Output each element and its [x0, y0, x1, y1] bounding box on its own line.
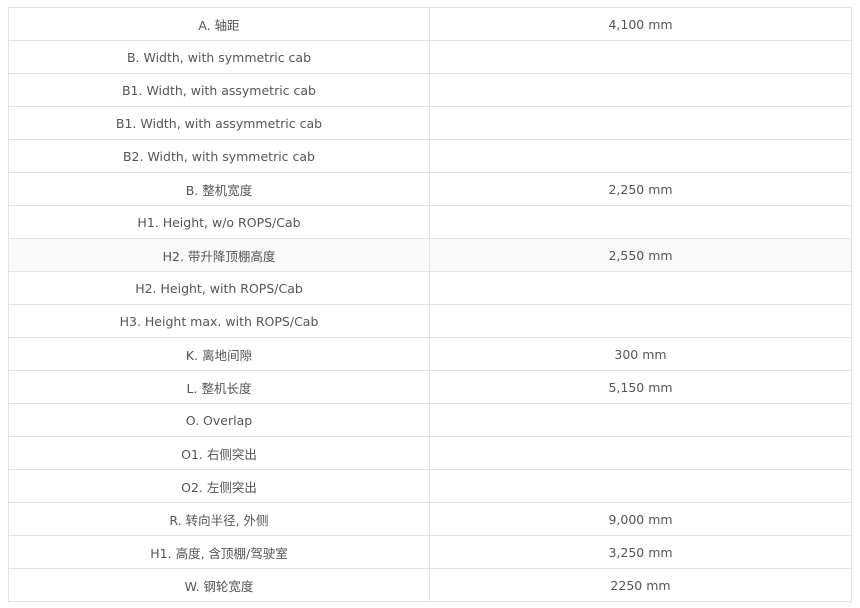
spec-label: O. Overlap	[8, 403, 430, 437]
spec-value	[429, 73, 852, 107]
spec-value	[429, 205, 852, 239]
table-row: B1. Width, with assymmetric cab	[8, 106, 852, 140]
spec-label: R. 转向半径, 外侧	[8, 502, 430, 536]
spec-value	[429, 139, 852, 173]
spec-value	[429, 469, 852, 503]
spec-label: B1. Width, with assymmetric cab	[8, 106, 430, 140]
spec-label: H1. 高度, 含顶棚/驾驶室	[8, 535, 430, 569]
spec-label: B1. Width, with assymetric cab	[8, 73, 430, 107]
spec-label: H2. 带升降顶棚高度	[8, 238, 430, 272]
spec-label: O2. 左侧突出	[8, 469, 430, 503]
table-row: B2. Width, with symmetric cab	[8, 139, 852, 173]
table-row: R. 转向半径, 外侧 9,000 mm	[8, 502, 852, 536]
spec-value	[429, 304, 852, 338]
table-row: B. 整机宽度 2,250 mm	[8, 172, 852, 206]
spec-value: 9,000 mm	[429, 502, 852, 536]
spec-label: H2. Height, with ROPS/Cab	[8, 271, 430, 305]
table-row: H1. Height, w/o ROPS/Cab	[8, 205, 852, 239]
table-row: H2. 带升降顶棚高度 2,550 mm	[8, 238, 852, 272]
spec-label: K. 离地间隙	[8, 337, 430, 371]
table-row: O1. 右侧突出	[8, 436, 852, 470]
spec-value: 2250 mm	[429, 568, 852, 602]
table-row: O. Overlap	[8, 403, 852, 437]
spec-value: 3,250 mm	[429, 535, 852, 569]
spec-value: 2,250 mm	[429, 172, 852, 206]
table-row: H2. Height, with ROPS/Cab	[8, 271, 852, 305]
spec-value: 300 mm	[429, 337, 852, 371]
spec-value: 4,100 mm	[429, 7, 852, 41]
spec-label: B. Width, with symmetric cab	[8, 40, 430, 74]
spec-value	[429, 40, 852, 74]
spec-value	[429, 436, 852, 470]
table-row: L. 整机长度 5,150 mm	[8, 370, 852, 404]
table-row: H1. 高度, 含顶棚/驾驶室 3,250 mm	[8, 535, 852, 569]
table-row: K. 离地间隙 300 mm	[8, 337, 852, 371]
table-row: A. 轴距 4,100 mm	[8, 7, 852, 41]
spec-label: B2. Width, with symmetric cab	[8, 139, 430, 173]
table-row: H3. Height max. with ROPS/Cab	[8, 304, 852, 338]
table-row: B. Width, with symmetric cab	[8, 40, 852, 74]
spec-value	[429, 403, 852, 437]
spec-label: A. 轴距	[8, 7, 430, 41]
spec-value	[429, 106, 852, 140]
spec-value	[429, 271, 852, 305]
spec-label: B. 整机宽度	[8, 172, 430, 206]
spec-label: L. 整机长度	[8, 370, 430, 404]
spec-label: H3. Height max. with ROPS/Cab	[8, 304, 430, 338]
table-row: O2. 左侧突出	[8, 469, 852, 503]
spec-table: A. 轴距 4,100 mm B. Width, with symmetric …	[8, 7, 852, 602]
table-row: B1. Width, with assymetric cab	[8, 73, 852, 107]
spec-label: H1. Height, w/o ROPS/Cab	[8, 205, 430, 239]
spec-label: W. 钢轮宽度	[8, 568, 430, 602]
spec-value: 2,550 mm	[429, 238, 852, 272]
spec-value: 5,150 mm	[429, 370, 852, 404]
table-row: W. 钢轮宽度 2250 mm	[8, 568, 852, 602]
spec-label: O1. 右侧突出	[8, 436, 430, 470]
